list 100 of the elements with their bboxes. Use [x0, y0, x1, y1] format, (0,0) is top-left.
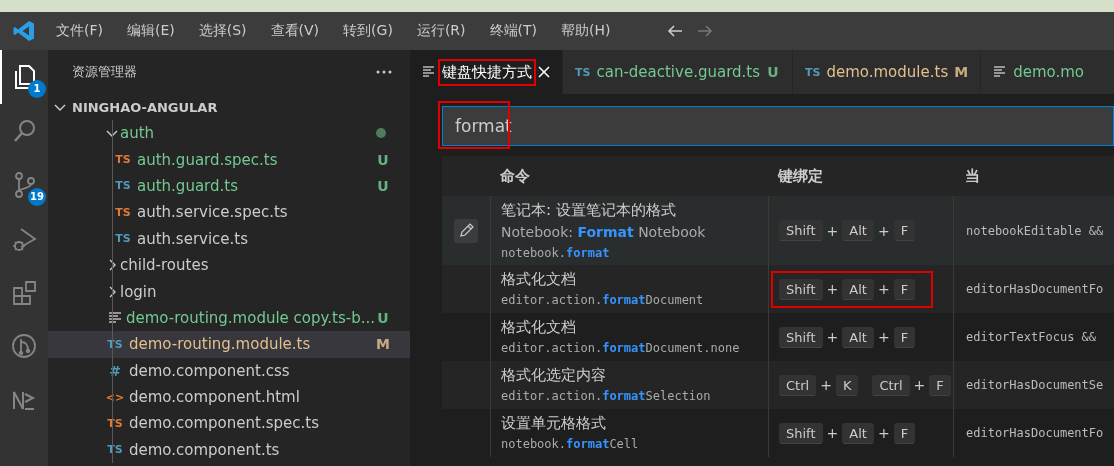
column-header: 命令 [500, 166, 530, 185]
key-cap: Alt [842, 278, 874, 300]
command-title: 笔记本: 设置笔记本的格式 [501, 199, 677, 221]
when-clause: editorHasDocumentFo [966, 426, 1104, 440]
file-type-icon: TS [112, 179, 134, 193]
file-type-icon: TS [112, 232, 134, 246]
file-type-icon: TS [104, 443, 126, 457]
command-id: editor.action.formatDocument [501, 292, 705, 309]
pencil-icon [458, 222, 474, 239]
sidebar-title: 资源管理器 [72, 63, 137, 81]
file-item[interactable]: TS auth.guard.spec.ts U [48, 146, 410, 173]
menu-item[interactable]: 运行(R) [408, 22, 474, 40]
table-row[interactable]: 格式化文档 editor.action.formatDocument Shift + Alt + F editorHasDocumentFo [442, 265, 1114, 313]
editor-tab[interactable]: TS can-deactive.guard.ts U [563, 50, 794, 94]
menu-item[interactable]: 编辑(E) [119, 22, 183, 40]
file-item[interactable]: TS demo-routing.module.ts M [48, 331, 410, 358]
run-debug-icon[interactable] [11, 225, 39, 253]
project-name[interactable]: NINGHAO-ANGULAR [72, 99, 218, 115]
key-cap: K [835, 374, 859, 396]
plus-sign: + [826, 222, 839, 239]
menu-item[interactable]: 文件(F) [48, 22, 111, 40]
extensions-icon[interactable] [11, 279, 39, 307]
editor-tab[interactable]: 键盘快捷方式 [410, 50, 563, 94]
file-item[interactable]: TS auth.guard.ts U [48, 172, 410, 200]
app-logo-icon [13, 20, 35, 42]
table-row[interactable]: 笔记本: 设置笔记本的格式 Notebook: Format Notebook notebook.format Shift + Alt + F notebookEditable && [442, 196, 1114, 265]
folder-item[interactable]: child-routes [48, 251, 410, 279]
editor-tab[interactable]: TS demo.module.ts M [793, 50, 982, 94]
edit-button[interactable] [454, 218, 478, 243]
file-lines-icon [422, 65, 436, 79]
git-status: U [376, 177, 390, 194]
column-header: 当 [965, 166, 980, 185]
file-item[interactable]: TS auth.service.spec.ts [48, 199, 410, 226]
git-graph-icon[interactable] [11, 333, 39, 361]
menu-item[interactable]: 帮助(H) [553, 22, 619, 40]
command-title: 格式化选定内容 [501, 365, 607, 386]
key-cap: Alt [842, 326, 874, 348]
git-status: U [376, 151, 390, 168]
key-cap: Shift [779, 278, 823, 300]
file-item[interactable]: demo-routing.module copy.ts-b...U [48, 304, 410, 332]
file-type-icon: TS [112, 205, 134, 219]
git-status: M [954, 64, 969, 80]
file-item[interactable]: TS demo.component.spec.ts [48, 410, 410, 437]
file-type-icon: TS [575, 65, 591, 79]
plus-sign: + [826, 425, 839, 441]
key-cap: F [893, 220, 916, 241]
command-title: 格式化文档 [501, 269, 577, 290]
plus-sign: + [826, 329, 839, 345]
folder-item[interactable]: auth [48, 120, 410, 147]
command-title: 格式化文档 [501, 317, 577, 338]
key-cap: Ctrl [872, 374, 910, 396]
editor-tab[interactable]: demo.mo [981, 50, 1114, 94]
plus-sign: + [877, 329, 890, 345]
command-id: notebook.formatCell [501, 436, 640, 453]
key-cap: Shift [779, 422, 823, 444]
plus-sign: + [913, 377, 926, 393]
change-dot [376, 128, 386, 139]
menu-item[interactable]: 终端(T) [481, 22, 545, 40]
key-cap: F [893, 422, 916, 444]
count-badge: 19 [28, 188, 46, 206]
when-clause: editorTextFocus && [966, 330, 1097, 344]
file-type-icon: TS [104, 337, 126, 351]
plus-sign: + [820, 377, 832, 393]
file-type-icon: TS [112, 153, 134, 167]
key-cap: F [893, 326, 916, 348]
command-id: notebook.format [501, 244, 611, 262]
close-icon[interactable] [538, 66, 550, 78]
menu-item[interactable]: 转到(G) [335, 22, 401, 40]
key-cap: Ctrl [779, 374, 817, 396]
plus-sign: + [877, 281, 890, 297]
file-type-icon: TS [805, 65, 821, 79]
when-clause: editorHasDocumentSe [966, 378, 1104, 392]
command-title: 设置单元格格式 [501, 413, 607, 434]
file-item[interactable]: TS demo.component.ts [48, 436, 410, 464]
key-cap: Shift [779, 220, 823, 241]
command-subtitle: Notebook: Format Notebook [501, 222, 707, 242]
when-clause: editorHasDocumentFo [966, 282, 1104, 296]
column-header: 键绑定 [778, 166, 823, 185]
file-item[interactable]: TS auth.service.ts [48, 225, 410, 252]
menu-item[interactable]: 查看(V) [262, 22, 328, 40]
key-cap: Shift [779, 326, 823, 348]
table-row[interactable]: 格式化选定内容 editor.action.formatSelection Ctrl + K Ctrl + F editorHasDocumentSe [442, 361, 1114, 409]
file-type-icon: TS [104, 417, 126, 430]
when-clause: notebookEditable && [966, 223, 1104, 238]
command-id: editor.action.formatDocument.none [501, 340, 741, 357]
folder-item[interactable]: login [48, 278, 410, 305]
more-icon[interactable] [376, 70, 392, 74]
menu-item[interactable]: 选择(S) [190, 22, 255, 40]
key-cap: Alt [842, 220, 874, 241]
key-cap: F [929, 374, 951, 396]
plus-sign: + [877, 222, 890, 239]
git-status: M [376, 336, 390, 353]
key-cap: Alt [842, 422, 874, 444]
git-status: U [376, 309, 390, 326]
count-badge: 1 [28, 80, 46, 98]
plus-sign: + [826, 281, 839, 297]
file-lines-icon [993, 65, 1008, 79]
key-cap: F [893, 278, 916, 300]
command-id: editor.action.formatSelection [501, 388, 712, 405]
git-status: U [766, 64, 780, 80]
